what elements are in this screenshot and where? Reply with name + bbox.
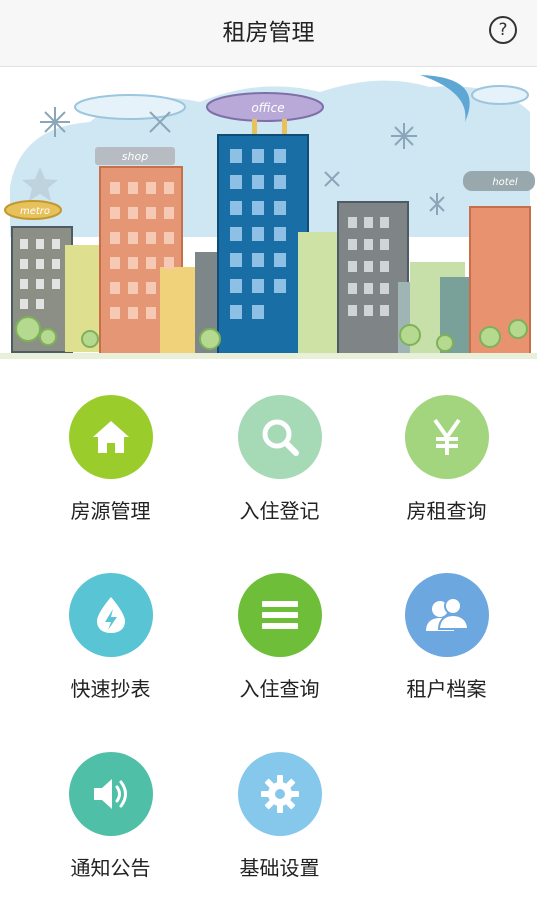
menu-item-rent-query[interactable]: 房租查询 <box>357 367 536 523</box>
list-icon <box>261 601 298 629</box>
menu-icon-circle <box>237 573 322 657</box>
svg-text:metro: metro <box>20 206 50 217</box>
speaker-icon <box>93 779 127 809</box>
menu-item-label: 房租查询 <box>406 499 487 523</box>
yen-icon <box>432 418 461 455</box>
svg-text:shop: shop <box>122 150 148 163</box>
menu-icon-circle <box>68 395 153 479</box>
city-banner-image: office shop metro hotel <box>0 67 537 367</box>
menu-item-label: 房源管理 <box>70 499 151 523</box>
menu-icon-circle <box>404 573 489 657</box>
menu-item-label: 基础设置 <box>239 856 320 880</box>
menu-item-notice-announcement[interactable]: 通知公告 <box>21 724 200 880</box>
menu-item-house-management[interactable]: 房源管理 <box>21 367 200 523</box>
gear-icon <box>260 775 299 813</box>
menu-item-checkin-registration[interactable]: 入住登记 <box>190 367 369 523</box>
function-menu-grid: 房源管理 入住登记 房租查询 快速抄表 入住查询 租户档案 通知公告 基础设置 <box>0 367 537 920</box>
menu-item-quick-meter-reading[interactable]: 快速抄表 <box>21 545 200 701</box>
menu-item-label: 通知公告 <box>70 856 151 880</box>
svg-text:office: office <box>251 101 284 115</box>
menu-item-label: 入住查询 <box>239 677 320 701</box>
search-icon <box>262 419 299 456</box>
menu-item-label: 快速抄表 <box>70 677 151 701</box>
menu-icon-circle <box>68 573 153 657</box>
svg-text:hotel: hotel <box>492 177 518 188</box>
app-header: 租房管理 ? <box>0 0 537 67</box>
page-title: 租房管理 <box>222 20 315 46</box>
menu-item-checkin-query[interactable]: 入住查询 <box>190 545 369 701</box>
menu-icon-circle <box>237 395 322 479</box>
menu-icon-circle <box>68 752 153 836</box>
menu-item-tenant-records[interactable]: 租户档案 <box>357 545 536 701</box>
users-icon <box>425 597 469 631</box>
help-button[interactable]: ? <box>489 16 517 44</box>
menu-item-basic-settings[interactable]: 基础设置 <box>190 724 369 880</box>
water-drop-icon <box>96 597 125 633</box>
menu-icon-circle <box>404 395 489 479</box>
menu-item-label: 租户档案 <box>406 677 487 701</box>
menu-item-label: 入住登记 <box>239 499 320 523</box>
menu-icon-circle <box>237 752 322 836</box>
home-icon <box>92 421 129 453</box>
